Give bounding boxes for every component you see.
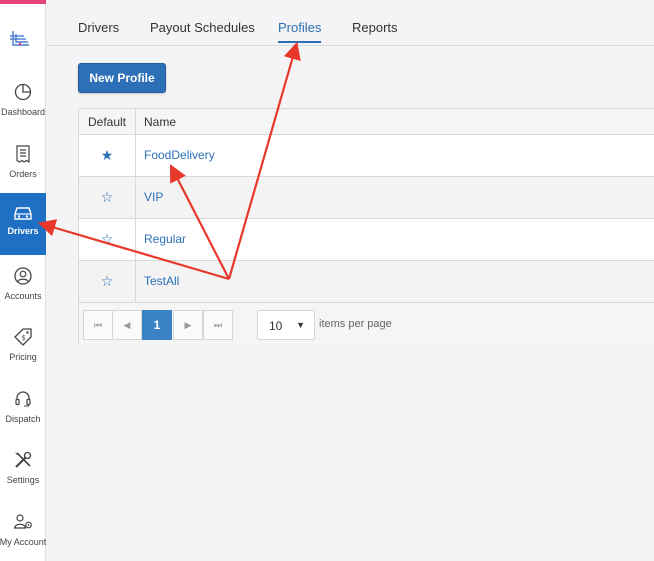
sidebar-item-drivers[interactable]: Drivers bbox=[0, 193, 46, 255]
sidebar-item-settings[interactable]: Settings bbox=[0, 448, 46, 510]
tab-drivers[interactable]: Drivers bbox=[78, 20, 119, 35]
default-star-outline-icon[interactable]: ☆ bbox=[79, 219, 136, 260]
sidebar: Dashboard Orders Drivers Accounts $ Pric… bbox=[0, 0, 46, 561]
sidebar-item-label: Dashboard bbox=[0, 107, 46, 117]
sidebar-item-label: Drivers bbox=[7, 226, 39, 236]
tab-bar: Drivers Payout Schedules Profiles Report… bbox=[47, 0, 654, 46]
sidebar-item-my-account[interactable]: My Account bbox=[0, 510, 46, 561]
default-star-filled-icon[interactable]: ★ bbox=[79, 135, 136, 176]
sidebar-item-dispatch[interactable]: Dispatch bbox=[0, 387, 46, 449]
app-logo-icon[interactable] bbox=[8, 28, 32, 52]
column-header-name[interactable]: Name bbox=[144, 109, 176, 135]
column-header-default[interactable]: Default bbox=[79, 109, 136, 135]
page-size-select[interactable]: 10 ▼ bbox=[257, 310, 315, 340]
tools-icon bbox=[15, 451, 32, 468]
last-page-button[interactable]: ⏭ bbox=[203, 310, 233, 340]
user-gear-icon bbox=[13, 514, 32, 529]
default-star-outline-icon[interactable]: ☆ bbox=[79, 177, 136, 218]
tab-profiles[interactable]: Profiles bbox=[278, 20, 322, 43]
profile-name-link[interactable]: TestAll bbox=[144, 274, 179, 288]
profile-name-link[interactable]: FoodDelivery bbox=[144, 148, 215, 162]
sidebar-item-accounts[interactable]: Accounts bbox=[0, 264, 46, 326]
first-page-button[interactable]: ⏮ bbox=[83, 310, 113, 340]
items-per-page-label: items per page bbox=[319, 318, 392, 330]
table-row: ☆ VIP bbox=[79, 177, 654, 219]
price-tag-icon: $ bbox=[14, 328, 32, 346]
headset-icon bbox=[15, 391, 31, 407]
prev-page-button[interactable]: ◀ bbox=[112, 310, 142, 340]
profiles-grid: Default Name ★ FoodDelivery ☆ VIP ☆ Regu… bbox=[78, 108, 654, 344]
sidebar-item-label: Accounts bbox=[4, 291, 42, 301]
profile-name-link[interactable]: VIP bbox=[144, 190, 163, 204]
sidebar-top-accent bbox=[0, 0, 46, 4]
user-circle-icon bbox=[14, 267, 32, 285]
new-profile-button[interactable]: New Profile bbox=[78, 63, 166, 93]
table-row: ☆ TestAll bbox=[79, 261, 654, 303]
pie-chart-icon bbox=[14, 83, 32, 101]
table-row: ★ FoodDelivery bbox=[79, 135, 654, 177]
sidebar-item-pricing[interactable]: $ Pricing bbox=[0, 325, 46, 387]
tab-payout-schedules[interactable]: Payout Schedules bbox=[150, 20, 255, 35]
profile-name-link[interactable]: Regular bbox=[144, 232, 186, 246]
sidebar-item-label: My Account bbox=[0, 537, 47, 547]
sidebar-item-label: Pricing bbox=[9, 352, 37, 362]
chevron-down-icon: ▼ bbox=[296, 320, 305, 330]
table-row: ☆ Regular bbox=[79, 219, 654, 261]
pager: ⏮ ◀ 1 ▶ ⏭ 10 ▼ items per page bbox=[79, 303, 654, 344]
tab-reports[interactable]: Reports bbox=[352, 20, 398, 35]
svg-text:$: $ bbox=[22, 334, 26, 342]
sidebar-item-label: Orders bbox=[9, 169, 37, 179]
grid-header: Default Name bbox=[79, 109, 654, 135]
receipt-icon bbox=[16, 145, 30, 164]
default-star-outline-icon[interactable]: ☆ bbox=[79, 261, 136, 302]
page-number-button[interactable]: 1 bbox=[142, 310, 172, 340]
car-icon bbox=[14, 207, 32, 220]
sidebar-item-label: Dispatch bbox=[5, 414, 41, 424]
page-size-value: 10 bbox=[269, 319, 283, 333]
sidebar-item-label: Settings bbox=[6, 475, 40, 485]
next-page-button[interactable]: ▶ bbox=[173, 310, 203, 340]
sidebar-item-dashboard[interactable]: Dashboard bbox=[0, 80, 46, 142]
